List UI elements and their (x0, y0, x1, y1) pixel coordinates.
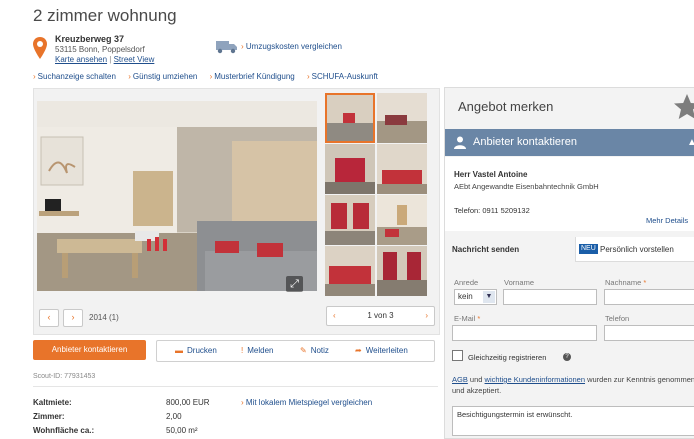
address-city: 53115 Bonn, Poppelsdorf (55, 45, 145, 54)
location-pin-icon (33, 37, 47, 59)
tab-send-message[interactable]: Nachricht senden (445, 237, 576, 262)
exclamation-icon: ! (241, 346, 244, 355)
register-checkbox[interactable] (452, 350, 463, 361)
save-listing-label[interactable]: Angebot merken (458, 99, 553, 114)
rent-compare-label: Mit lokalem Mietspiegel vergleichen (245, 398, 373, 407)
pager-prev-button[interactable]: ‹ (333, 307, 336, 325)
thumbnail[interactable] (377, 246, 427, 296)
main-photo[interactable] (37, 101, 317, 291)
nav-link-suchanzeige[interactable]: › Suchanzeige schalten (33, 72, 116, 81)
new-badge: NEU (579, 244, 598, 254)
detail-label: Zimmer: (33, 412, 65, 421)
action-bar: ▬ Drucken ! Melden ✎ Notiz ➦ Weiterleiten (156, 340, 435, 362)
print-button[interactable]: ▬ Drucken (175, 341, 217, 361)
lastname-input[interactable] (604, 289, 694, 305)
salutation-label: Anrede (454, 278, 479, 287)
contact-phone: Telefon: 0911 5209132 (454, 206, 530, 215)
thumbnail[interactable] (377, 93, 427, 143)
thumbnail[interactable] (325, 144, 375, 194)
arrow-icon: › (241, 398, 244, 407)
thumbnail-pager: ‹ 1 von 3 › (326, 306, 435, 326)
printer-icon: ▬ (175, 346, 183, 355)
address-street: Kreuzberweg 37 (55, 34, 125, 44)
tab-introduce[interactable]: NEU Persönlich vorstellen (576, 237, 694, 262)
gallery-next-button[interactable]: › (63, 309, 83, 327)
detail-value: 2,00 (166, 412, 182, 421)
gallery-prev-button[interactable]: ‹ (39, 309, 59, 327)
pencil-icon: ✎ (300, 346, 307, 355)
email-label: E-Mail * (454, 314, 481, 323)
contact-provider-button[interactable]: Anbieter kontaktieren (33, 340, 146, 360)
person-icon (454, 136, 466, 149)
detail-label: Kaltmiete: (33, 398, 72, 407)
star-icon[interactable] (672, 92, 694, 122)
contact-name: Herr Vastel Antoine (454, 170, 528, 179)
help-icon[interactable]: ? (563, 353, 571, 361)
nav-link-schufa[interactable]: › SCHUFA-Auskunft (307, 72, 378, 81)
moving-cost-link[interactable]: › Umzugskosten vergleichen (241, 42, 342, 51)
firstname-input[interactable] (503, 289, 597, 305)
service-links: › Suchanzeige schalten › Günstig umziehen … (33, 72, 388, 81)
message-textarea[interactable]: Besichtigungstermin ist erwünscht. (452, 406, 694, 436)
pager-label: 1 von 3 (367, 311, 394, 320)
thumbnail[interactable] (377, 195, 427, 245)
terms-text: AGB und wichtige Kundeninformationen wur… (452, 375, 694, 395)
firstname-label: Vorname (504, 278, 535, 287)
address-links: Karte ansehen | Street View (55, 55, 155, 64)
detail-value: 800,00 EUR (166, 398, 210, 407)
forward-button[interactable]: ➦ Weiterleiten (355, 341, 408, 361)
note-button[interactable]: ✎ Notiz (300, 341, 329, 361)
forward-icon: ➦ (355, 346, 362, 355)
arrow-icon: › (241, 42, 244, 51)
contact-company: AEbt Angewandte Eisenbahntechnik GmbH (454, 182, 599, 191)
thumbnail[interactable] (325, 246, 375, 296)
email-input[interactable] (452, 325, 597, 341)
thumbnail[interactable] (377, 144, 427, 194)
thumbnail[interactable] (325, 195, 375, 245)
pager-next-button[interactable]: › (425, 307, 428, 325)
nav-link-umziehen[interactable]: › Günstig umziehen (128, 72, 197, 81)
chevron-down-icon: ▼ (483, 291, 495, 303)
year-label: 2014 (1) (89, 313, 119, 322)
streetview-link[interactable]: Street View (114, 55, 155, 64)
salutation-select[interactable]: kein ▼ (454, 289, 497, 305)
register-label: Gleichzeitig registrieren (468, 353, 547, 362)
tab-send-message-label: Nachricht senden (452, 245, 520, 254)
chevron-up-icon[interactable]: ▲ (687, 137, 694, 148)
expand-icon[interactable]: ⤢ (286, 276, 303, 292)
page-title: 2 zimmer wohnung (33, 6, 177, 25)
contact-panel-title: Anbieter kontaktieren (473, 136, 577, 148)
phone-label: Telefon (605, 314, 630, 323)
customer-info-link[interactable]: wichtige Kundeninformationen (485, 375, 585, 384)
agb-link[interactable]: AGB (452, 375, 468, 384)
more-details-link[interactable]: Mehr Details (646, 216, 688, 225)
report-button[interactable]: ! Melden (241, 341, 273, 361)
map-link[interactable]: Karte ansehen (55, 55, 107, 64)
tab-introduce-label: Persönlich vorstellen (600, 245, 674, 254)
thumbnail[interactable] (325, 93, 375, 143)
lastname-label: Nachname * (605, 278, 647, 287)
salutation-value: kein (458, 292, 473, 301)
truck-icon (216, 41, 237, 54)
rent-compare-link[interactable]: › Mit lokalem Mietspiegel vergleichen (241, 398, 372, 407)
scout-id: Scout-ID: 77931453 (33, 373, 96, 380)
divider (33, 386, 438, 387)
phone-input[interactable] (604, 325, 694, 341)
moving-cost-link-label: Umzugskosten vergleichen (245, 42, 342, 51)
contact-panel-header[interactable]: Anbieter kontaktieren ▲ (445, 129, 694, 156)
nav-link-musterbrief[interactable]: › Musterbrief Kündigung (210, 72, 295, 81)
